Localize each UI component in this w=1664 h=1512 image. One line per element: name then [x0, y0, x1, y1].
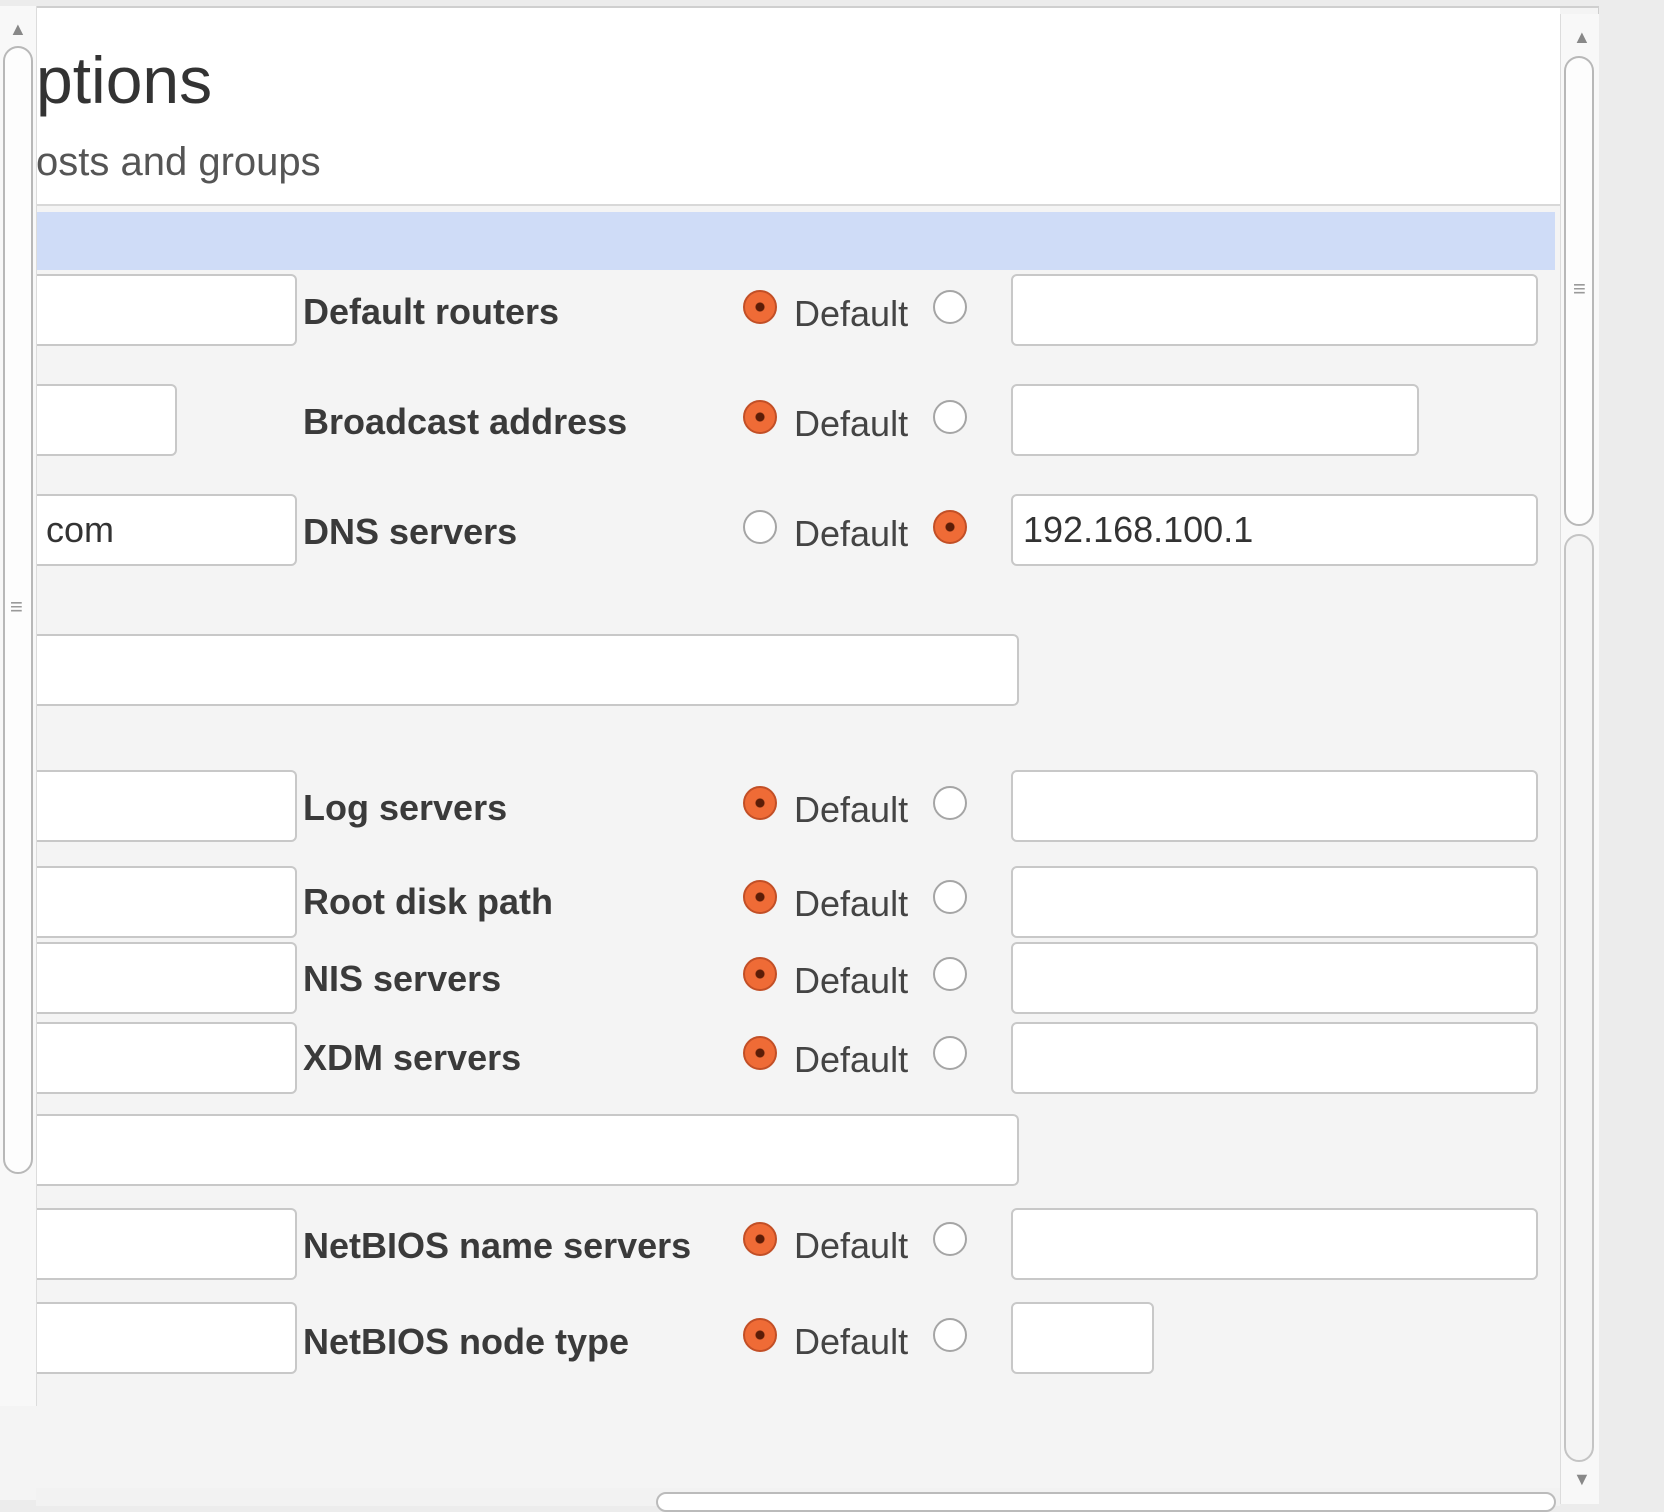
netbios-node-type-label: NetBIOS node type	[303, 1321, 630, 1362]
domain-name-input[interactable]	[36, 494, 297, 566]
dns-servers-input[interactable]	[1011, 494, 1538, 566]
netbios-node-type-custom-radio[interactable]	[933, 1318, 967, 1352]
xdm-servers-default-label: Default	[794, 1039, 909, 1080]
broadcast-address-custom-radio[interactable]	[933, 400, 967, 434]
log-servers-label: Log servers	[303, 787, 508, 828]
section-header-bar	[36, 212, 1555, 270]
netbios-name-servers-input[interactable]	[1011, 1208, 1538, 1280]
horizontal-scrollbar-thumb[interactable]	[656, 1492, 1556, 1512]
netbios-name-servers-custom-radio[interactable]	[933, 1222, 967, 1256]
default-routers-input[interactable]	[1011, 274, 1538, 346]
default-routers-default-radio[interactable]	[743, 290, 777, 324]
dns-servers-default-label: Default	[794, 513, 909, 554]
root-disk-path-input[interactable]	[1011, 866, 1538, 938]
left-scrollbar-thumb[interactable]: ≡	[3, 46, 33, 1174]
netbios-name-servers-label: NetBIOS name servers	[303, 1225, 692, 1266]
right-vertical-scrollbar[interactable]: ▲ ≡ ▼	[1560, 14, 1599, 1504]
horizontal-scrollbar[interactable]	[36, 1488, 1560, 1512]
nis-servers-default-label: Default	[794, 960, 909, 1001]
right-scrollbar-track[interactable]	[1564, 534, 1594, 1462]
left-option-input-2[interactable]	[36, 384, 177, 456]
page-header: ptions osts and groups	[0, 8, 1560, 206]
log-servers-default-label: Default	[794, 789, 909, 830]
left-option-input-1[interactable]	[36, 274, 297, 346]
page-subtitle: osts and groups	[36, 140, 321, 184]
left-vertical-scrollbar[interactable]: ▲ ≡	[0, 6, 37, 1406]
dns-servers-label: DNS servers	[303, 511, 518, 552]
left-option-input-9[interactable]	[36, 1302, 297, 1374]
right-scrollbar-thumb[interactable]: ≡	[1564, 56, 1594, 526]
left-option-input-8[interactable]	[36, 1208, 297, 1280]
log-servers-custom-radio[interactable]	[933, 786, 967, 820]
nis-servers-input[interactable]	[1011, 942, 1538, 1014]
log-servers-default-radio[interactable]	[743, 786, 777, 820]
nis-servers-custom-radio[interactable]	[933, 957, 967, 991]
root-disk-path-default-label: Default	[794, 883, 909, 924]
netbios-node-type-default-radio[interactable]	[743, 1318, 777, 1352]
xdm-servers-label: XDM servers	[303, 1037, 522, 1078]
left-option-input-6[interactable]	[36, 942, 297, 1014]
left-option-wide-input-2[interactable]	[36, 1114, 1019, 1186]
left-scroll-up-arrow-icon[interactable]: ▲	[9, 20, 27, 38]
default-routers-default-label: Default	[794, 293, 909, 334]
scroll-down-arrow-icon[interactable]: ▼	[1573, 1470, 1591, 1488]
log-servers-input[interactable]	[1011, 770, 1538, 842]
left-scrollbar-grip-icon: ≡	[10, 594, 23, 619]
netbios-node-type-input[interactable]	[1011, 1302, 1154, 1374]
scroll-up-arrow-icon[interactable]: ▲	[1573, 28, 1591, 46]
scrollbar-grip-icon: ≡	[1573, 276, 1586, 301]
root-disk-path-custom-radio[interactable]	[933, 880, 967, 914]
left-option-input-4[interactable]	[36, 770, 297, 842]
left-option-input-7[interactable]	[36, 1022, 297, 1094]
options-panel: ptions osts and groups Default routers D…	[0, 6, 1599, 1512]
nis-servers-default-radio[interactable]	[743, 957, 777, 991]
netbios-name-servers-default-label: Default	[794, 1225, 909, 1266]
root-disk-path-default-radio[interactable]	[743, 880, 777, 914]
root-disk-path-label: Root disk path	[303, 881, 553, 922]
broadcast-address-default-label: Default	[794, 403, 909, 444]
netbios-node-type-default-label: Default	[794, 1321, 909, 1362]
left-option-input-5[interactable]	[36, 866, 297, 938]
default-routers-custom-radio[interactable]	[933, 290, 967, 324]
broadcast-address-default-radio[interactable]	[743, 400, 777, 434]
netbios-name-servers-default-radio[interactable]	[743, 1222, 777, 1256]
page-title: ptions	[36, 43, 213, 117]
xdm-servers-default-radio[interactable]	[743, 1036, 777, 1070]
xdm-servers-input[interactable]	[1011, 1022, 1538, 1094]
broadcast-address-input[interactable]	[1011, 384, 1419, 456]
broadcast-address-label: Broadcast address	[303, 401, 628, 442]
dns-servers-custom-radio[interactable]	[933, 510, 967, 544]
xdm-servers-custom-radio[interactable]	[933, 1036, 967, 1070]
left-option-wide-input-1[interactable]	[36, 634, 1019, 706]
nis-servers-label: NIS servers	[303, 958, 502, 999]
default-routers-label: Default routers	[303, 291, 560, 332]
dns-servers-default-radio[interactable]	[743, 510, 777, 544]
